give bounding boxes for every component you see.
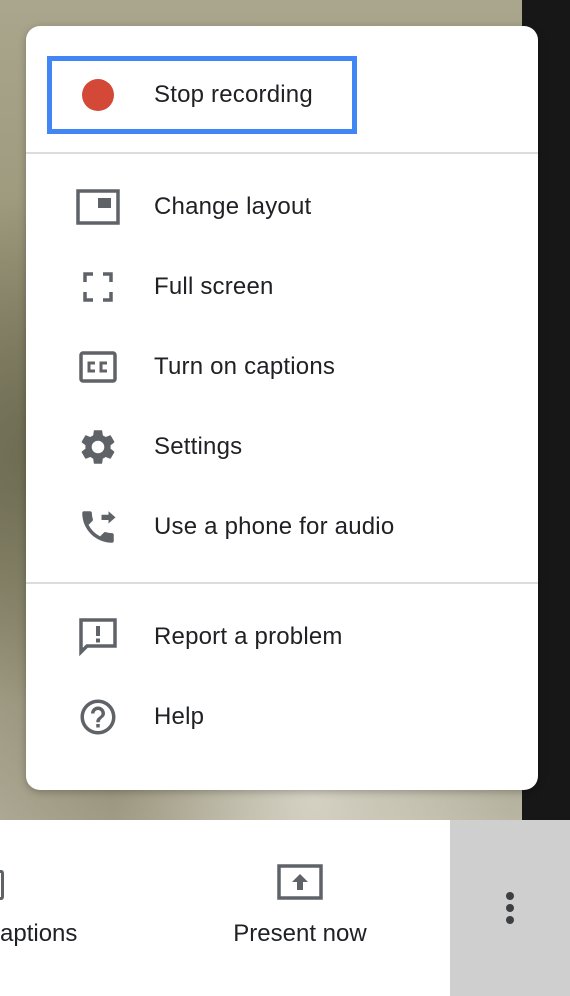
menu-item-label: Turn on captions (154, 353, 336, 380)
gear-icon (76, 425, 120, 469)
menu-item-full-screen[interactable]: Full screen (26, 247, 538, 327)
present-screen-icon (277, 864, 323, 902)
menu-item-settings[interactable]: Settings (26, 407, 538, 487)
menu-item-label: Use a phone for audio (154, 513, 395, 540)
menu-item-phone-audio[interactable]: Use a phone for audio (26, 487, 538, 567)
menu-item-help[interactable]: Help (26, 677, 538, 757)
present-now-label: Present now (233, 920, 367, 947)
help-icon (76, 695, 120, 739)
menu-item-label: Help (154, 703, 205, 730)
layout-icon (76, 185, 120, 229)
menu-divider (26, 582, 538, 584)
menu-divider (26, 152, 538, 154)
menu-item-captions[interactable]: Turn on captions (26, 327, 538, 407)
phone-audio-icon (76, 505, 120, 549)
report-icon (76, 615, 120, 659)
more-options-menu: Stop recording Change layout Full screen (26, 26, 538, 790)
more-options-button[interactable] (450, 820, 570, 996)
menu-item-report-problem[interactable]: Report a problem (26, 597, 538, 677)
menu-item-label: Change layout (154, 193, 312, 220)
captions-icon (0, 870, 4, 900)
captions-icon (76, 345, 120, 389)
focus-ring (47, 56, 357, 134)
fullscreen-icon (76, 265, 120, 309)
menu-item-change-layout[interactable]: Change layout (26, 167, 538, 247)
menu-item-label: Report a problem (154, 623, 343, 650)
meeting-toolbar: aptions Present now (0, 820, 570, 996)
menu-item-label: Settings (154, 433, 243, 460)
menu-item-label: Full screen (154, 273, 274, 300)
captions-label: aptions (0, 920, 78, 947)
